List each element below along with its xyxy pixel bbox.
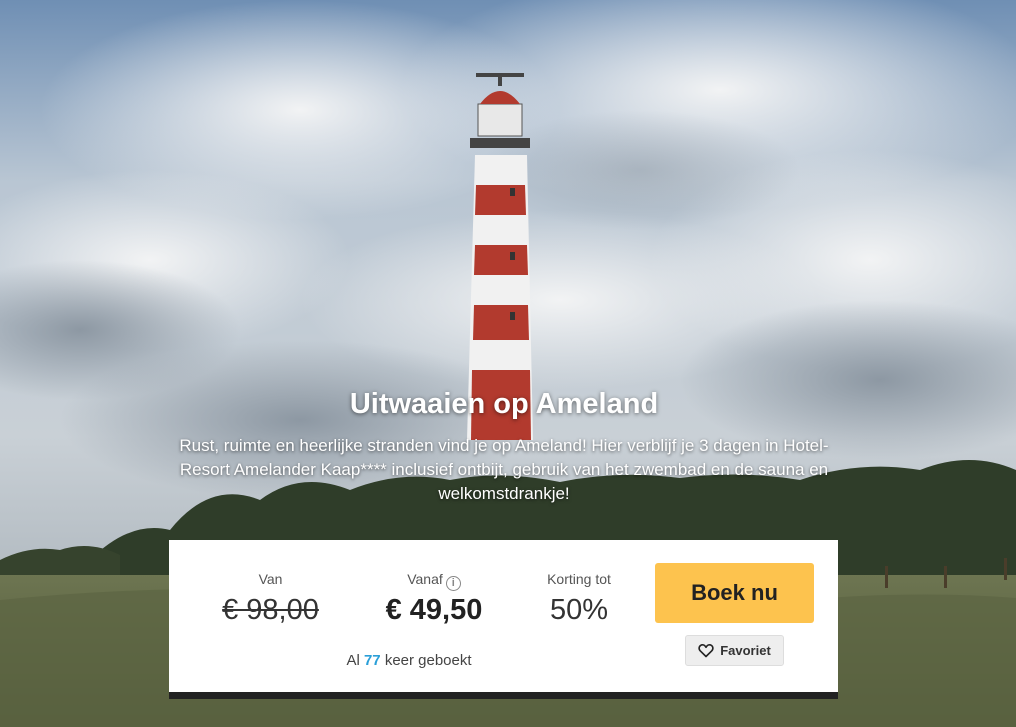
booked-prefix: Al: [346, 652, 360, 669]
booking-panel: Van € 98,00 Vanaf i € 49,50 Korting tot 5…: [169, 540, 838, 699]
deal-description: Rust, ruimte en heerlijke stranden vind …: [179, 436, 829, 503]
heart-icon: [698, 644, 714, 658]
current-price-block: Vanaf i € 49,50: [364, 570, 504, 627]
discount-value: 50%: [549, 594, 609, 626]
van-label: Van: [258, 571, 283, 587]
original-price: € 98,00: [222, 594, 319, 626]
vanaf-label: Vanaf: [407, 571, 443, 587]
booked-count: 77: [363, 652, 381, 669]
booked-count-text: Al 77 keer geboekt: [299, 652, 519, 669]
favorite-label: Favoriet: [720, 643, 771, 658]
discount-block: Korting tot 50%: [524, 570, 634, 627]
korting-label: Korting tot: [547, 571, 611, 587]
book-now-button[interactable]: Boek nu: [655, 563, 814, 623]
current-price: € 49,50: [385, 594, 483, 626]
booked-suffix: keer geboekt: [384, 652, 472, 669]
favorite-button[interactable]: Favoriet: [685, 635, 784, 666]
page-title: Uitwaaien op Ameland: [349, 388, 659, 420]
original-price-block: Van € 98,00: [209, 570, 332, 627]
info-icon[interactable]: i: [445, 576, 461, 591]
